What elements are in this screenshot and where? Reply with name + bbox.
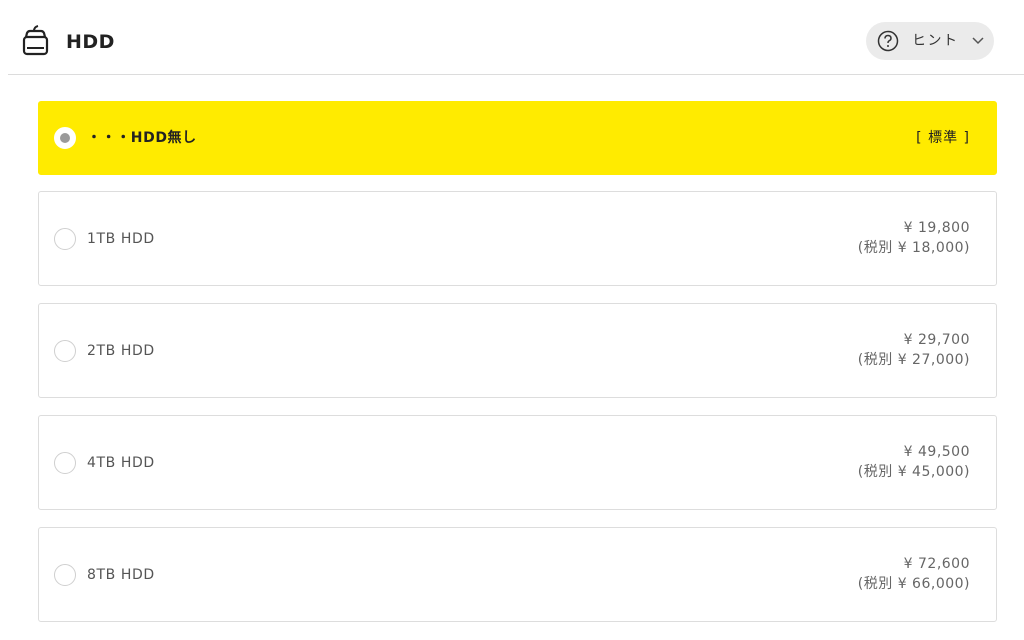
price-incl-tax: ¥ 72,600: [903, 556, 970, 572]
radio-selected-dot: [59, 132, 70, 143]
header-divider: [8, 74, 1024, 75]
price-excl-tax: (税別 ¥ 27,000): [857, 352, 970, 368]
price-excl-tax: (税別 ¥ 45,000): [857, 464, 970, 480]
hdd-icon: [22, 25, 49, 56]
price-block: ¥ 49,500 (税別 ¥ 45,000): [858, 442, 970, 482]
option-label: 4TB HDD: [87, 454, 155, 471]
option-label: 8TB HDD: [87, 566, 155, 583]
chevron-down-icon: [972, 37, 984, 45]
price-incl-tax: ¥ 29,700: [903, 332, 970, 348]
option-label: 2TB HDD: [87, 342, 155, 359]
section-header: HDD ヒント: [0, 0, 1024, 75]
price-excl-tax: (税別 ¥ 66,000): [857, 576, 970, 592]
hdd-option-list: ・・・HDD無し [ 標準 ] 1TB HDD ¥ 19,800 (税別 ¥ 1…: [38, 101, 997, 622]
option-2tb-hdd[interactable]: 2TB HDD ¥ 29,700 (税別 ¥ 27,000): [38, 303, 997, 398]
price-block: ¥ 29,700 (税別 ¥ 27,000): [858, 330, 970, 370]
option-no-hdd[interactable]: ・・・HDD無し [ 標準 ]: [38, 101, 997, 175]
hint-label: ヒント: [912, 33, 959, 49]
option-8tb-hdd[interactable]: 8TB HDD ¥ 72,600 (税別 ¥ 66,000): [38, 527, 997, 622]
option-1tb-hdd[interactable]: 1TB HDD ¥ 19,800 (税別 ¥ 18,000): [38, 191, 997, 286]
hint-button[interactable]: ヒント: [866, 22, 994, 60]
price-incl-tax: ¥ 19,800: [903, 220, 970, 236]
option-label: 1TB HDD: [87, 230, 155, 247]
section-title: HDD: [66, 31, 115, 53]
option-label: ・・・HDD無し: [87, 130, 197, 146]
standard-tag: [ 標準 ]: [916, 130, 970, 146]
option-4tb-hdd[interactable]: 4TB HDD ¥ 49,500 (税別 ¥ 45,000): [38, 415, 997, 510]
radio-button[interactable]: [54, 127, 76, 149]
radio-button[interactable]: [54, 563, 76, 586]
price-block: ¥ 72,600 (税別 ¥ 66,000): [858, 554, 970, 594]
radio-button[interactable]: [54, 451, 76, 474]
radio-button[interactable]: [54, 227, 76, 250]
price-incl-tax: ¥ 49,500: [903, 444, 970, 460]
question-circle-icon: [877, 30, 899, 52]
price-block: ¥ 19,800 (税別 ¥ 18,000): [858, 218, 970, 258]
price-excl-tax: (税別 ¥ 18,000): [857, 240, 970, 256]
radio-button[interactable]: [54, 339, 76, 362]
